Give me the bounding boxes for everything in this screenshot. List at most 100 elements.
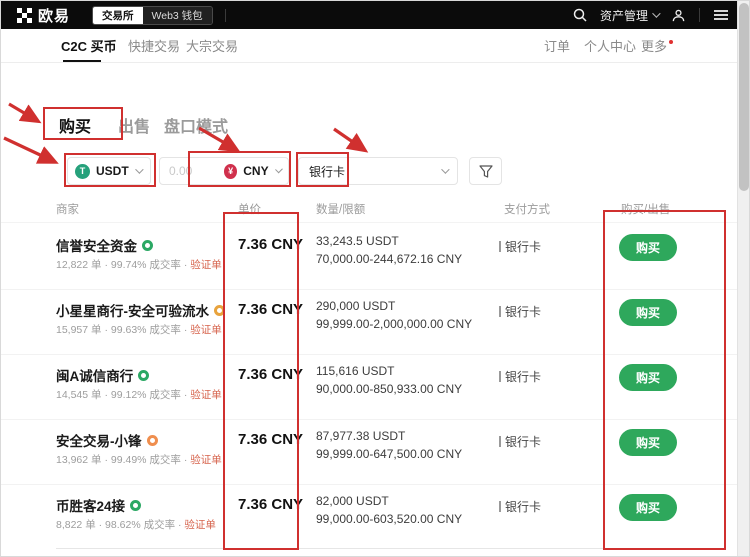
buy-button[interactable]: 购买	[619, 234, 677, 261]
limit-range: 99,999.00-2,000,000.00 CNY	[316, 317, 472, 331]
unit-price: 7.36 CNY	[238, 301, 303, 318]
merchant-name[interactable]: 闽A诚信商行	[56, 365, 149, 385]
okx-c2c-page: 欧易 交易所 Web3 钱包 资产管理 C2C 买币 快捷交易	[0, 0, 750, 557]
completion-rate: 99.12% 成交率	[111, 389, 181, 401]
col-quantity: 数量/限额	[316, 201, 365, 217]
unit-price: 7.36 CNY	[238, 236, 303, 253]
merchant-name[interactable]: 信誉安全资金	[56, 235, 153, 255]
dot-separator: ·	[184, 389, 188, 401]
nav-profile[interactable]: 个人中心	[584, 29, 636, 62]
dot-separator: ·	[184, 259, 188, 271]
amount-input-group: ¥ CNY	[159, 157, 289, 185]
verified-order-tag: 验证单	[190, 389, 222, 401]
nav-block-trade[interactable]: 大宗交易	[186, 29, 238, 62]
col-merchant: 商家	[56, 201, 79, 217]
merchant-name[interactable]: 安全交易-小锋	[56, 430, 158, 450]
topbar-divider	[699, 8, 700, 22]
completion-rate: 99.49% 成交率	[111, 454, 181, 466]
merchant-name[interactable]: 小星星商行-安全可验流水	[56, 300, 225, 320]
order-count: 12,822 单	[56, 259, 102, 271]
tab-buy[interactable]: 购买	[59, 113, 91, 137]
merchant-badge-icon	[142, 240, 153, 251]
nav-c2c-buy[interactable]: C2C 买币	[61, 29, 117, 62]
buy-button[interactable]: 购买	[619, 299, 677, 326]
offer-list: 信誉安全资金 12,822 单 · 99.74% 成交率 · 验证单 7.36 …	[1, 225, 750, 550]
buy-button[interactable]: 购买	[619, 494, 677, 521]
table-header-row: 商家 单价 数量/限额 支付方式 购买/出售	[1, 197, 750, 223]
nav-orders[interactable]: 订单	[544, 29, 570, 62]
unit-price: 7.36 CNY	[238, 431, 303, 448]
scrollbar-thumb[interactable]	[739, 3, 749, 191]
funnel-icon	[479, 165, 493, 178]
chevron-down-icon	[652, 9, 660, 17]
merchant-stats: 12,822 单 · 99.74% 成交率 · 验证单	[56, 257, 222, 272]
payment-color-bar	[499, 241, 501, 252]
payment-method-label: 银行卡	[505, 238, 541, 255]
available-amount: 115,616 USDT	[316, 364, 395, 378]
available-amount: 82,000 USDT	[316, 494, 389, 508]
col-payment: 支付方式	[504, 201, 550, 217]
payment-method: 银行卡	[499, 498, 541, 515]
payment-color-bar	[499, 501, 501, 512]
table-row: 币胜客24接 8,822 单 · 98.62% 成交率 · 验证单 7.36 C…	[1, 485, 750, 550]
okx-logo-icon	[17, 8, 32, 23]
col-price: 单价	[238, 201, 261, 217]
payment-method-label: 银行卡	[505, 433, 541, 450]
vertical-scrollbar[interactable]	[737, 1, 749, 557]
filter-button[interactable]	[469, 157, 502, 185]
merchant-name-label: 小星星商行-安全可验流水	[56, 300, 209, 320]
active-nav-underline	[63, 60, 101, 62]
toggle-web3-wallet[interactable]: Web3 钱包	[143, 7, 212, 24]
order-count: 14,545 单	[56, 389, 102, 401]
available-amount: 87,977.38 USDT	[316, 429, 405, 443]
asset-management-label: 资产管理	[600, 7, 648, 24]
merchant-badge-icon	[147, 435, 158, 446]
completion-rate: 98.62% 成交率	[105, 519, 175, 531]
toggle-exchange[interactable]: 交易所	[93, 7, 143, 24]
available-amount: 290,000 USDT	[316, 299, 395, 313]
tab-orderbook-mode[interactable]: 盘口模式	[164, 113, 228, 137]
verified-order-tag: 验证单	[190, 324, 222, 336]
payment-method: 银行卡	[499, 303, 541, 320]
order-count: 8,822 单	[56, 519, 96, 531]
tab-sell[interactable]: 出售	[118, 113, 150, 137]
nav-more[interactable]: 更多	[641, 29, 673, 62]
payment-method-label: 银行卡	[505, 368, 541, 385]
verified-order-tag: 验证单	[190, 259, 222, 271]
usdt-icon: T	[75, 164, 90, 179]
dot-separator: ·	[184, 324, 188, 336]
nav-quick-trade[interactable]: 快捷交易	[128, 29, 180, 62]
verified-order-tag: 验证单	[190, 454, 222, 466]
search-icon[interactable]	[573, 8, 587, 22]
col-action: 购买/出售	[621, 201, 670, 217]
payment-method-select[interactable]: 银行卡	[298, 157, 458, 185]
merchant-name[interactable]: 币胜客24接	[56, 495, 141, 515]
exchange-web3-toggle: 交易所 Web3 钱包	[92, 6, 213, 25]
asset-management-menu[interactable]: 资产管理	[600, 7, 658, 24]
buy-button[interactable]: 购买	[619, 429, 677, 456]
user-profile-icon[interactable]	[671, 8, 686, 23]
amount-input[interactable]	[160, 164, 216, 178]
hamburger-menu-icon[interactable]	[713, 9, 729, 21]
merchant-badge-icon	[130, 500, 141, 511]
dot-separator: ·	[104, 324, 108, 336]
bottom-divider	[56, 548, 621, 549]
logo-text: 欧易	[38, 5, 70, 26]
chevron-down-icon	[135, 165, 143, 173]
order-count: 13,962 单	[56, 454, 102, 466]
dot-separator: ·	[99, 519, 103, 531]
merchant-stats: 14,545 单 · 99.12% 成交率 · 验证单	[56, 387, 222, 402]
dot-separator: ·	[104, 454, 108, 466]
okx-logo[interactable]: 欧易	[17, 5, 70, 26]
payment-method-label: 银行卡	[505, 498, 541, 515]
chevron-down-icon[interactable]	[275, 166, 283, 174]
limit-range: 99,999.00-647,500.00 CNY	[316, 447, 462, 461]
buy-button[interactable]: 购买	[619, 364, 677, 391]
notification-dot	[669, 40, 673, 44]
merchant-stats: 13,962 单 · 99.49% 成交率 · 验证单	[56, 452, 222, 467]
crypto-select[interactable]: T USDT	[67, 157, 151, 185]
dot-separator: ·	[104, 259, 108, 271]
cny-icon: ¥	[224, 164, 237, 179]
dot-separator: ·	[104, 389, 108, 401]
payment-color-bar	[499, 371, 501, 382]
